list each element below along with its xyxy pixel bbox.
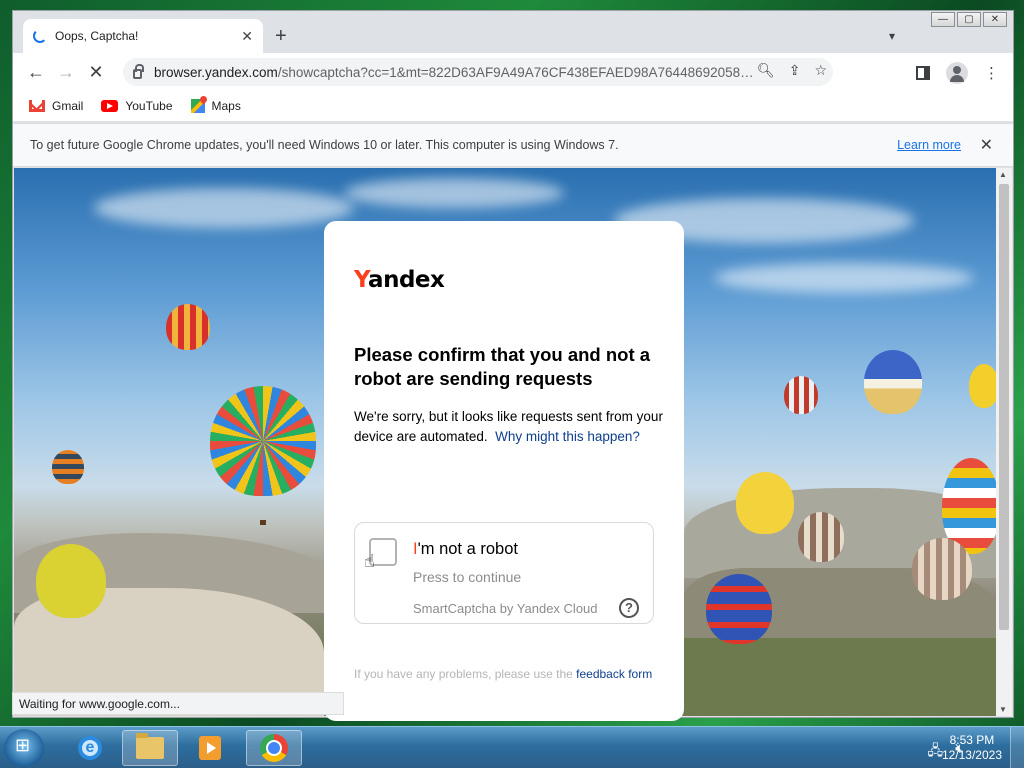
lock-icon[interactable] [133, 64, 144, 79]
bookmark-gmail[interactable]: Gmail [29, 99, 83, 113]
balloon [706, 574, 772, 644]
close-tab-icon[interactable]: ✕ [241, 28, 253, 45]
help-icon[interactable]: ? [619, 598, 639, 618]
zoom-search-icon[interactable]: 🔍︎ [757, 62, 775, 79]
balloon [736, 472, 794, 534]
address-bar[interactable]: browser.yandex.com /showcaptcha?cc=1&mt=… [123, 58, 833, 86]
close-window-button[interactable]: ✕ [983, 12, 1007, 27]
scroll-down-arrow-icon[interactable]: ▼ [999, 705, 1007, 714]
taskbar-media-player[interactable] [182, 730, 238, 766]
smartcaptcha-widget: ☝ I'm not a robot Press to continue Smar… [354, 522, 654, 624]
balloon [166, 304, 210, 350]
new-tab-button[interactable]: + [275, 25, 287, 48]
bookmark-label: Maps [211, 99, 241, 113]
bookmark-star-icon[interactable]: ☆ [814, 62, 827, 79]
youtube-icon [101, 100, 119, 112]
infobar-message: To get future Google Chrome updates, you… [30, 138, 619, 152]
bookmark-label: Gmail [52, 99, 84, 113]
chrome-icon [260, 734, 288, 762]
forward-button[interactable]: → [51, 62, 81, 83]
loading-spinner-icon [33, 29, 47, 43]
more-menu-icon[interactable]: ⋮ [984, 64, 999, 82]
clock-date: 12/13/2023 [941, 748, 1002, 762]
maximize-button[interactable]: ▢ [957, 12, 981, 27]
smartcaptcha-brand[interactable]: SmartCaptcha by Yandex Cloud [413, 601, 598, 616]
tab-search-chevron-icon[interactable]: ▾ [889, 29, 895, 43]
balloon [52, 450, 84, 484]
balloon [912, 538, 972, 600]
window-controls: — ▢ ✕ [931, 12, 1007, 27]
learn-more-link[interactable]: Learn more [897, 138, 961, 152]
profile-avatar-icon[interactable] [946, 62, 968, 84]
why-link[interactable]: Why might this happen? [495, 429, 640, 444]
page-description: We're sorry, but it looks like requests … [354, 409, 663, 444]
url-path: /showcaptcha?cc=1&mt=822D63AF9A49A76CF43… [277, 64, 758, 80]
balloon [36, 544, 106, 618]
press-to-continue-hint: Press to continue [413, 569, 522, 585]
share-icon[interactable]: ⇪ [789, 62, 801, 79]
tab-title: Oops, Captcha! [55, 29, 139, 43]
feedback-note: If you have any problems, please use the… [354, 667, 653, 681]
update-infobar: To get future Google Chrome updates, you… [13, 123, 1013, 167]
taskbar-file-explorer[interactable] [122, 730, 178, 766]
bookmark-label: YouTube [125, 99, 173, 113]
valley [684, 638, 997, 716]
gmail-icon [29, 100, 45, 112]
tab-active[interactable]: Oops, Captcha! ✕ [23, 19, 263, 53]
file-explorer-icon [136, 733, 164, 759]
url-host: browser.yandex.com [154, 64, 278, 80]
status-bubble: Waiting for www.google.com... [12, 692, 344, 715]
balloon [784, 376, 818, 414]
not-robot-label[interactable]: I'm not a robot [413, 540, 518, 559]
clock[interactable]: 8:53 PM 12/13/2023 [942, 733, 1002, 763]
taskbar: e 🖧 🔇︎ 8:53 PM 12/13/2023 [0, 726, 1024, 768]
feedback-form-link[interactable]: feedback form [576, 667, 652, 681]
balloon [210, 386, 316, 496]
bookmark-maps[interactable]: Maps [190, 99, 241, 113]
balloon [969, 364, 997, 408]
maps-icon [190, 99, 205, 113]
clock-time: 8:53 PM [949, 733, 995, 747]
scroll-up-arrow-icon[interactable]: ▲ [999, 170, 1007, 179]
scrollbar-thumb[interactable] [999, 184, 1009, 630]
cloud [344, 178, 564, 208]
side-panel-icon[interactable] [916, 66, 930, 80]
bookmark-youtube[interactable]: YouTube [101, 99, 173, 113]
hand-cursor-icon: ☝ [364, 551, 375, 571]
cloud [714, 263, 974, 293]
media-player-icon [199, 736, 221, 760]
captcha-card: Yandex Please confirm that you and not a… [324, 221, 684, 721]
back-button[interactable]: ← [21, 62, 51, 83]
yandex-logo: Yandex [354, 267, 445, 293]
close-infobar-icon[interactable]: ✕ [980, 135, 993, 155]
taskbar-chrome[interactable] [246, 730, 302, 766]
balloon-basket [260, 520, 266, 525]
page-scrollbar[interactable]: ▲ ▼ [996, 168, 1012, 716]
stop-button[interactable]: ✕ [81, 62, 111, 83]
balloon [864, 350, 922, 414]
network-icon[interactable]: 🖧 [928, 740, 944, 764]
balloon [798, 512, 844, 562]
taskbar-internet-explorer[interactable]: e [62, 730, 118, 766]
cloud [94, 188, 354, 228]
minimize-button[interactable]: — [931, 12, 955, 27]
bookmarks-bar: Gmail YouTube Maps [13, 91, 1013, 121]
page-heading: Please confirm that you and not a robot … [354, 344, 651, 389]
toolbar: ← → ✕ browser.yandex.com /showcaptcha?cc… [13, 53, 1013, 91]
start-button[interactable] [4, 729, 44, 767]
show-desktop-button[interactable] [1010, 727, 1024, 768]
internet-explorer-icon: e [78, 736, 102, 760]
